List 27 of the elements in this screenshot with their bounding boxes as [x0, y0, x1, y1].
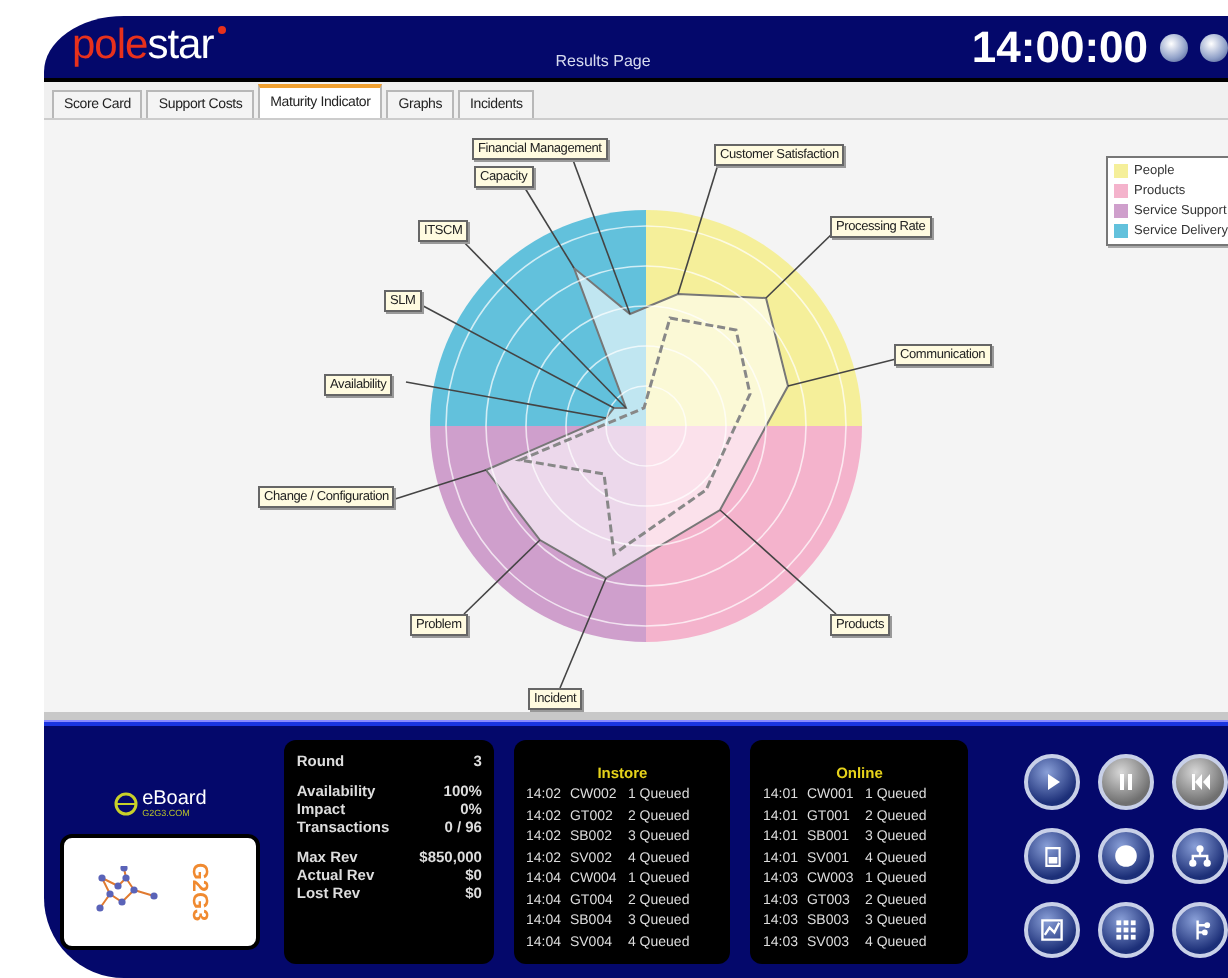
brand-name: eBoard [142, 789, 207, 810]
network-button[interactable] [1172, 828, 1228, 884]
document-icon [1041, 845, 1063, 867]
minimize-button[interactable] [1160, 33, 1188, 61]
grid-button[interactable] [1098, 902, 1154, 958]
network-icon [1188, 844, 1212, 868]
polestar-logo: polestar [72, 22, 226, 72]
play-icon [1042, 772, 1062, 792]
leader-line [391, 469, 487, 501]
page-title: Results Page [555, 52, 651, 70]
chart-icon [1040, 918, 1064, 942]
grid-icon [1114, 918, 1138, 942]
rewind-icon [1190, 772, 1210, 792]
stop-button[interactable] [1098, 828, 1154, 884]
leader-line [463, 539, 541, 615]
leader-line [559, 577, 607, 689]
chart-button[interactable] [1024, 902, 1080, 958]
close-button[interactable] [1200, 33, 1228, 61]
globe-icon [114, 792, 139, 816]
save-button[interactable] [1024, 828, 1080, 884]
tree-button[interactable] [1172, 902, 1228, 958]
brand-text: G2G3 [186, 863, 211, 922]
clock: 14:00:00 [971, 21, 1148, 73]
leader-line [719, 509, 837, 615]
pause-icon [1116, 772, 1136, 792]
record-icon [1114, 844, 1138, 868]
play-button[interactable] [1024, 754, 1080, 810]
